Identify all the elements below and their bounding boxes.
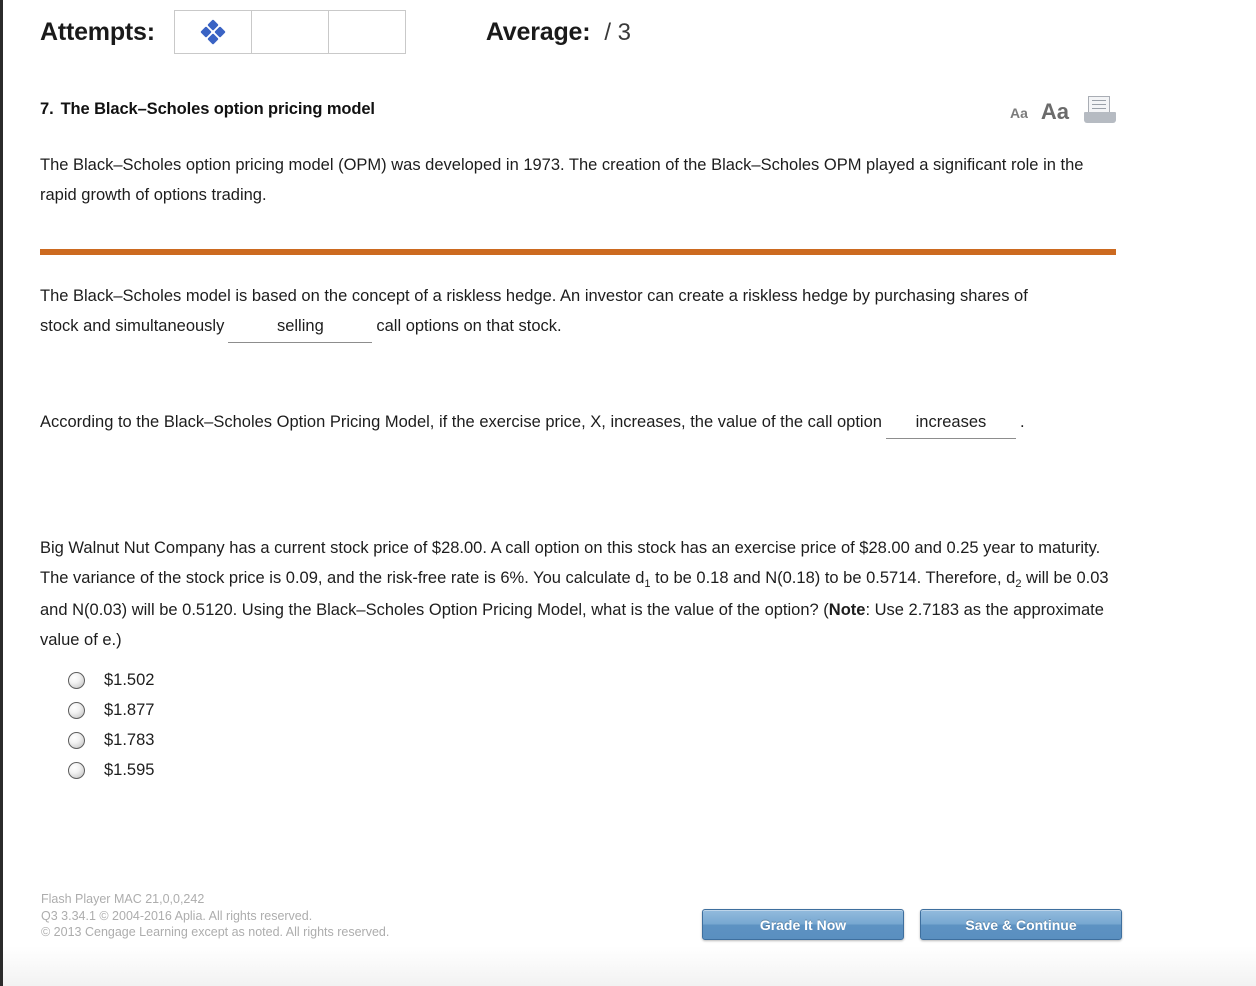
hedge-blank-dropdown[interactable]: selling	[228, 311, 373, 343]
choice-label: $1.595	[104, 760, 155, 779]
attempts-label: Attempts:	[40, 17, 155, 46]
choice-option-2[interactable]: $1.877	[68, 695, 154, 725]
exercise-text-after: .	[1019, 413, 1025, 431]
tool-icon-group: Aa Aa	[1010, 96, 1116, 123]
problem-text-part2: to be 0.18 and N(0.18) to be 0.5714. The…	[650, 569, 1016, 587]
choice-option-3[interactable]: $1.783	[68, 725, 154, 755]
choice-label: $1.783	[104, 730, 155, 749]
radio-button-icon[interactable]	[68, 671, 85, 689]
average-value: / 3	[604, 18, 632, 46]
attempt-box-2[interactable]	[250, 10, 329, 54]
choice-label: $1.877	[104, 700, 155, 719]
radio-button-icon[interactable]	[68, 701, 85, 719]
problem-paragraph: Big Walnut Nut Company has a current sto…	[40, 533, 1115, 655]
decrease-font-size-icon[interactable]: Aa	[1010, 106, 1028, 123]
printer-body	[1084, 112, 1116, 123]
question-title-text: The Black–Scholes option pricing model	[60, 100, 375, 118]
attempt-box-3[interactable]	[327, 10, 406, 54]
choice-option-4[interactable]: $1.595	[68, 755, 154, 785]
section-divider	[40, 249, 1116, 255]
average-label: Average:	[485, 17, 591, 46]
page-title: 7. The Black–Scholes option pricing model	[40, 100, 375, 119]
radio-button-icon[interactable]	[68, 761, 85, 779]
diamond-cluster-icon	[200, 19, 226, 45]
aplia-copyright: Q3 3.34.1 © 2004-2016 Aplia. All rights …	[41, 908, 313, 923]
choice-option-1[interactable]: $1.502	[68, 665, 154, 695]
hedge-text-after: call options on that stock.	[376, 317, 562, 335]
answer-choice-list: $1.502 $1.877 $1.783 $1.595	[68, 665, 154, 785]
attempts-header: Attempts: Average: / 3	[40, 6, 631, 58]
question-number: 7.	[40, 100, 54, 118]
question-title-row: 7. The Black–Scholes option pricing model…	[40, 96, 1116, 123]
increase-font-size-icon[interactable]: Aa	[1041, 101, 1069, 123]
attempt-box-1[interactable]	[173, 10, 252, 54]
print-icon[interactable]	[1084, 96, 1116, 123]
action-button-group: Grade It Now Save & Continue	[702, 909, 1122, 940]
hedge-paragraph: The Black–Scholes model is based on the …	[40, 281, 1070, 343]
d2-subscript: 2	[1015, 578, 1022, 590]
intro-paragraph: The Black–Scholes option pricing model (…	[40, 156, 1084, 204]
cengage-copyright: © 2013 Cengage Learning except as noted.…	[41, 925, 390, 939]
note-label: Note	[828, 601, 866, 619]
flash-player-version: Flash Player MAC 21,0,0,242	[41, 892, 205, 906]
grade-it-now-button[interactable]: Grade It Now	[702, 909, 904, 940]
average-group: Average: / 3	[486, 18, 631, 47]
d1-subscript: 1	[644, 578, 651, 590]
window-left-border	[0, 0, 3, 986]
save-continue-button[interactable]: Save & Continue	[920, 909, 1122, 940]
attempt-box-group	[173, 10, 406, 54]
exercise-text-before: According to the Black–Scholes Option Pr…	[40, 413, 882, 431]
footer-legal-text: Flash Player MAC 21,0,0,242 Q3 3.34.1 © …	[41, 891, 389, 941]
exercise-paragraph: According to the Black–Scholes Option Pr…	[40, 407, 1100, 439]
radio-button-icon[interactable]	[68, 731, 85, 749]
exercise-blank-dropdown[interactable]: increases	[885, 407, 1016, 439]
choice-label: $1.502	[104, 670, 155, 689]
aplia-problem-page: Attempts: Average: / 3 7. The Black–Schol…	[0, 0, 1256, 986]
